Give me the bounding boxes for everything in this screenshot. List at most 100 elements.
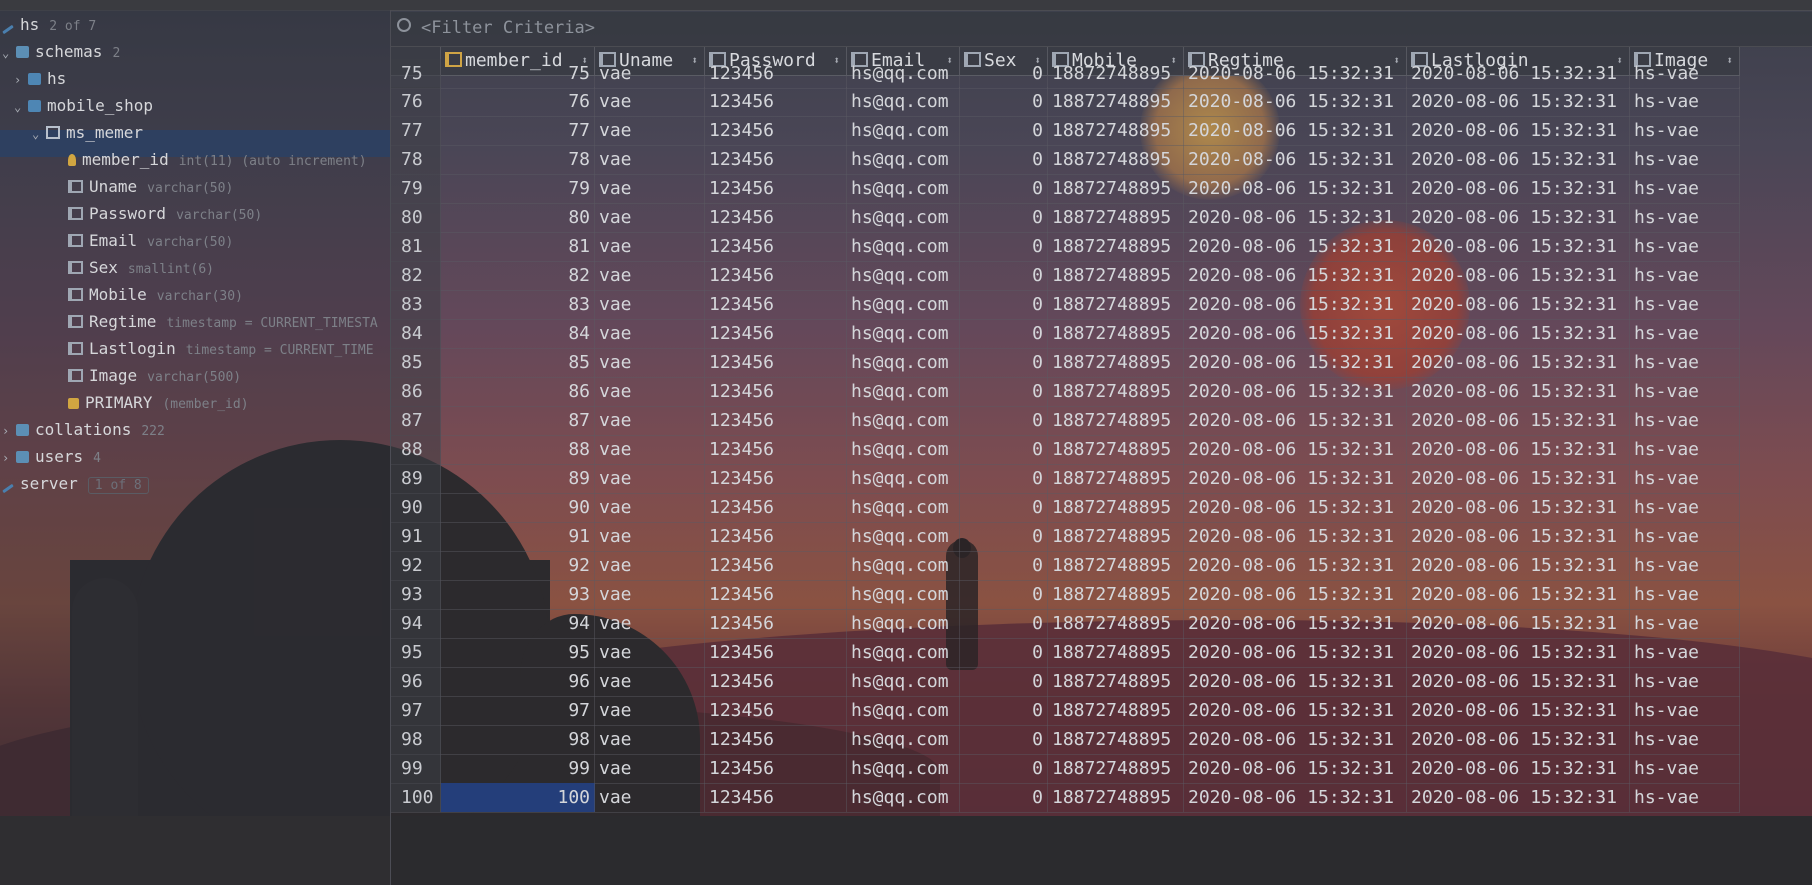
tree-column-regtime[interactable]: Regtime timestamp = CURRENT_TIMESTA [68, 309, 378, 335]
table-row[interactable]: 83 83 vae 123456 hs@qq.com 0 18872748895 2020-0… [391, 290, 1740, 320]
cell-regtime[interactable]: 2020-08-06 15:32:31 [1184, 59, 1407, 88]
row-number[interactable]: 95 [391, 638, 441, 667]
cell-uname[interactable]: vae [595, 174, 705, 203]
cell-mobile[interactable]: 18872748895 [1048, 116, 1184, 145]
cell-mobile[interactable]: 18872748895 [1048, 87, 1184, 116]
row-number[interactable]: 81 [391, 232, 441, 261]
cell-email[interactable]: hs@qq.com [847, 609, 960, 638]
table-row[interactable]: 90 90 vae 123456 hs@qq.com 0 18872748895 2020-0… [391, 493, 1740, 523]
cell-password[interactable]: 123456 [705, 783, 847, 812]
cell-sex[interactable]: 0 [960, 464, 1048, 493]
cell-uname[interactable]: vae [595, 435, 705, 464]
cell-password[interactable]: 123456 [705, 261, 847, 290]
cell-sex[interactable]: 0 [960, 203, 1048, 232]
cell-uname[interactable]: vae [595, 59, 705, 88]
row-number[interactable]: 96 [391, 667, 441, 696]
table-row[interactable]: 86 86 vae 123456 hs@qq.com 0 18872748895 2020-0… [391, 377, 1740, 407]
cell-member-id[interactable]: 90 [441, 493, 595, 522]
cell-sex[interactable]: 0 [960, 319, 1048, 348]
cell-lastlogin[interactable]: 2020-08-06 15:32:31 [1407, 551, 1630, 580]
cell-regtime[interactable]: 2020-08-06 15:32:31 [1184, 522, 1407, 551]
row-number[interactable]: 75 [391, 59, 441, 88]
cell-sex[interactable]: 0 [960, 174, 1048, 203]
row-number[interactable]: 90 [391, 493, 441, 522]
tree-column-sex[interactable]: Sex smallint(6) [68, 255, 214, 281]
table-row[interactable]: 75 75 vae 123456 hs@qq.com 0 18872748895 2020-0… [391, 59, 1740, 89]
cell-email[interactable]: hs@qq.com [847, 290, 960, 319]
table-row[interactable]: 79 79 vae 123456 hs@qq.com 0 18872748895 2020-0… [391, 174, 1740, 204]
cell-member-id[interactable]: 99 [441, 754, 595, 783]
cell-mobile[interactable]: 18872748895 [1048, 145, 1184, 174]
cell-member-id[interactable]: 92 [441, 551, 595, 580]
table-row[interactable]: 91 91 vae 123456 hs@qq.com 0 18872748895 2020-0… [391, 522, 1740, 552]
row-number[interactable]: 93 [391, 580, 441, 609]
cell-lastlogin[interactable]: 2020-08-06 15:32:31 [1407, 493, 1630, 522]
cell-regtime[interactable]: 2020-08-06 15:32:31 [1184, 145, 1407, 174]
filter-criteria-input[interactable]: <Filter Criteria> [421, 18, 595, 38]
cell-regtime[interactable]: 2020-08-06 15:32:31 [1184, 696, 1407, 725]
cell-password[interactable]: 123456 [705, 609, 847, 638]
row-number[interactable]: 88 [391, 435, 441, 464]
cell-lastlogin[interactable]: 2020-08-06 15:32:31 [1407, 406, 1630, 435]
cell-uname[interactable]: vae [595, 406, 705, 435]
cell-image[interactable]: hs-vae [1630, 783, 1740, 812]
cell-sex[interactable]: 0 [960, 377, 1048, 406]
chevron-down-icon[interactable]: ⌄ [32, 121, 46, 147]
cell-lastlogin[interactable]: 2020-08-06 15:32:31 [1407, 174, 1630, 203]
cell-email[interactable]: hs@qq.com [847, 638, 960, 667]
cell-email[interactable]: hs@qq.com [847, 145, 960, 174]
cell-regtime[interactable]: 2020-08-06 15:32:31 [1184, 638, 1407, 667]
cell-member-id[interactable]: 88 [441, 435, 595, 464]
cell-password[interactable]: 123456 [705, 435, 847, 464]
cell-mobile[interactable]: 18872748895 [1048, 232, 1184, 261]
cell-uname[interactable]: vae [595, 783, 705, 812]
row-number[interactable]: 98 [391, 725, 441, 754]
cell-lastlogin[interactable]: 2020-08-06 15:32:31 [1407, 725, 1630, 754]
chevron-right-icon[interactable]: › [2, 418, 16, 444]
tree-column-lastlogin[interactable]: Lastlogin timestamp = CURRENT_TIME [68, 336, 374, 362]
cell-member-id[interactable]: 86 [441, 377, 595, 406]
cell-lastlogin[interactable]: 2020-08-06 15:32:31 [1407, 754, 1630, 783]
cell-image[interactable]: hs-vae [1630, 145, 1740, 174]
cell-uname[interactable]: vae [595, 203, 705, 232]
cell-mobile[interactable]: 18872748895 [1048, 754, 1184, 783]
cell-regtime[interactable]: 2020-08-06 15:32:31 [1184, 667, 1407, 696]
cell-image[interactable]: hs-vae [1630, 522, 1740, 551]
cell-password[interactable]: 123456 [705, 87, 847, 116]
cell-regtime[interactable]: 2020-08-06 15:32:31 [1184, 580, 1407, 609]
cell-mobile[interactable]: 18872748895 [1048, 493, 1184, 522]
tree-node-server[interactable]: server 1 of 8 [2, 471, 149, 497]
cell-uname[interactable]: vae [595, 116, 705, 145]
cell-password[interactable]: 123456 [705, 464, 847, 493]
cell-uname[interactable]: vae [595, 232, 705, 261]
cell-mobile[interactable]: 18872748895 [1048, 464, 1184, 493]
cell-regtime[interactable]: 2020-08-06 15:32:31 [1184, 261, 1407, 290]
tree-node-schema-hs[interactable]: › hs [14, 66, 66, 92]
cell-mobile[interactable]: 18872748895 [1048, 261, 1184, 290]
row-number[interactable]: 77 [391, 116, 441, 145]
cell-lastlogin[interactable]: 2020-08-06 15:32:31 [1407, 261, 1630, 290]
cell-regtime[interactable]: 2020-08-06 15:32:31 [1184, 377, 1407, 406]
cell-image[interactable]: hs-vae [1630, 59, 1740, 88]
cell-sex[interactable]: 0 [960, 522, 1048, 551]
cell-mobile[interactable]: 18872748895 [1048, 783, 1184, 812]
cell-regtime[interactable]: 2020-08-06 15:32:31 [1184, 290, 1407, 319]
cell-email[interactable]: hs@qq.com [847, 319, 960, 348]
cell-uname[interactable]: vae [595, 725, 705, 754]
cell-image[interactable]: hs-vae [1630, 493, 1740, 522]
table-row[interactable]: 82 82 vae 123456 hs@qq.com 0 18872748895 2020-0… [391, 261, 1740, 291]
table-row[interactable]: 93 93 vae 123456 hs@qq.com 0 18872748895 2020-0… [391, 580, 1740, 610]
cell-sex[interactable]: 0 [960, 290, 1048, 319]
table-row[interactable]: 88 88 vae 123456 hs@qq.com 0 18872748895 2020-0… [391, 435, 1740, 465]
cell-sex[interactable]: 0 [960, 725, 1048, 754]
cell-password[interactable]: 123456 [705, 348, 847, 377]
cell-regtime[interactable]: 2020-08-06 15:32:31 [1184, 609, 1407, 638]
cell-mobile[interactable]: 18872748895 [1048, 580, 1184, 609]
cell-regtime[interactable]: 2020-08-06 15:32:31 [1184, 232, 1407, 261]
cell-sex[interactable]: 0 [960, 638, 1048, 667]
table-row[interactable]: 89 89 vae 123456 hs@qq.com 0 18872748895 2020-0… [391, 464, 1740, 494]
row-number[interactable]: 79 [391, 174, 441, 203]
cell-member-id[interactable]: 100 [441, 783, 595, 812]
cell-email[interactable]: hs@qq.com [847, 232, 960, 261]
cell-image[interactable]: hs-vae [1630, 406, 1740, 435]
